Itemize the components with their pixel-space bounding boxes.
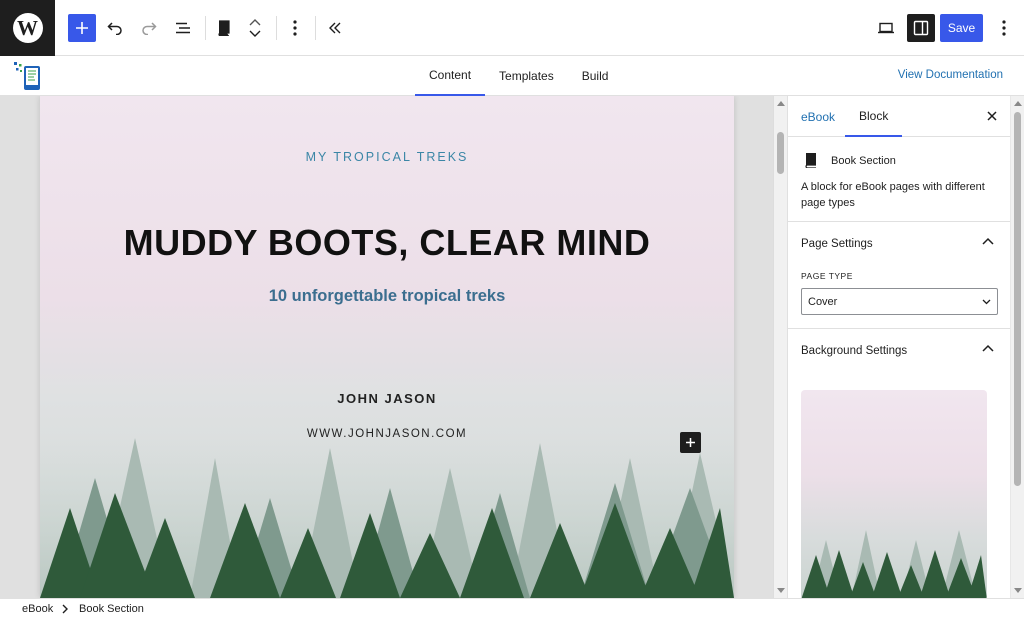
background-settings-title: Background Settings — [801, 345, 908, 357]
background-settings-toggle[interactable]: Background Settings — [788, 329, 1010, 373]
editor-toolbar: W Save — [0, 0, 1024, 56]
settings-panel-toggle[interactable] — [907, 14, 935, 42]
plus-icon — [686, 438, 695, 447]
block-breadcrumb: eBook Book Section — [0, 598, 1024, 618]
scrollbar-thumb[interactable] — [1014, 112, 1021, 486]
cover-kicker[interactable]: MY TROPICAL TREKS — [40, 150, 734, 164]
redo-button[interactable] — [135, 14, 163, 42]
plus-icon — [76, 22, 88, 34]
chevron-up-icon — [982, 237, 994, 245]
book-block-button[interactable] — [210, 14, 238, 42]
redo-icon — [142, 22, 157, 35]
breadcrumb-ebook[interactable]: eBook — [22, 603, 53, 615]
scrollbar-thumb[interactable] — [777, 132, 784, 174]
scroll-up-arrow[interactable] — [1014, 101, 1022, 106]
sidebar-scrollbar[interactable] — [1010, 96, 1024, 598]
close-icon — [987, 111, 997, 121]
move-up-down-button[interactable] — [241, 14, 269, 42]
add-block-button[interactable] — [68, 14, 96, 42]
book-icon — [218, 20, 230, 36]
chevron-down-icon — [249, 30, 261, 37]
chevron-up-icon — [982, 344, 994, 352]
document-overview-button[interactable] — [169, 14, 197, 42]
canvas-scrollbar[interactable] — [773, 96, 787, 598]
tab-templates[interactable]: Templates — [485, 56, 568, 96]
scroll-down-arrow[interactable] — [1014, 588, 1022, 593]
scroll-up-arrow[interactable] — [777, 101, 785, 106]
more-vertical-icon — [293, 20, 297, 36]
forest-thumbnail-image — [801, 530, 987, 598]
close-sidebar-button[interactable] — [984, 108, 1000, 124]
background-image-preview[interactable] — [801, 390, 987, 598]
wordpress-logo-button[interactable]: W — [0, 0, 55, 56]
block-inserter-button[interactable] — [680, 432, 701, 453]
settings-sidebar: eBook Block Book Section A block for eBo… — [787, 96, 1024, 598]
page-type-select[interactable]: Cover — [801, 288, 998, 315]
save-button[interactable]: Save — [940, 14, 983, 42]
more-vertical-icon — [1002, 20, 1006, 36]
block-options-button[interactable] — [281, 14, 309, 42]
cover-website[interactable]: WWW.JOHNJASON.COM — [40, 428, 734, 440]
block-title: Book Section — [831, 155, 896, 167]
chevron-down-icon — [982, 299, 991, 304]
breadcrumb-book-section[interactable]: Book Section — [79, 603, 144, 615]
chevron-right-icon — [62, 604, 68, 614]
undo-button[interactable] — [101, 14, 129, 42]
view-documentation-link[interactable]: View Documentation — [898, 69, 1003, 81]
undo-icon — [107, 22, 122, 35]
sidebar-tab-ebook[interactable]: eBook — [801, 96, 835, 137]
page-type-value: Cover — [808, 295, 838, 308]
chevron-up-icon — [249, 19, 261, 26]
sidebar-tabs: eBook Block — [788, 96, 1024, 137]
block-description: A block for eBook pages with different p… — [801, 181, 985, 209]
cover-page[interactable]: MY TROPICAL TREKS MUDDY BOOTS, CLEAR MIN… — [40, 96, 734, 598]
toolbar-divider — [315, 16, 316, 40]
double-chevron-left-icon — [329, 22, 341, 34]
ebook-plugin-logo — [14, 62, 40, 90]
page-settings-title: Page Settings — [801, 238, 873, 250]
cover-author[interactable]: JOHN JASON — [40, 391, 734, 406]
editor-canvas: MY TROPICAL TREKS MUDDY BOOTS, CLEAR MIN… — [0, 96, 773, 598]
desktop-preview-icon — [878, 22, 894, 34]
ebook-nav-tabs: Content Templates Build — [415, 56, 622, 96]
sidebar-tab-block[interactable]: Block — [845, 96, 903, 137]
tab-build[interactable]: Build — [568, 56, 623, 96]
ebook-plugin-header: Content Templates Build View Documentati… — [0, 56, 1024, 96]
cover-subtitle[interactable]: 10 unforgettable tropical treks — [40, 287, 734, 306]
toolbar-divider — [205, 16, 206, 40]
page-settings-toggle[interactable]: Page Settings — [788, 222, 1010, 266]
book-icon — [805, 153, 816, 168]
list-view-icon — [176, 22, 190, 34]
block-card: Book Section A block for eBook pages wit… — [788, 137, 1024, 222]
toolbar-divider — [276, 16, 277, 40]
cover-title[interactable]: MUDDY BOOTS, CLEAR MIND — [40, 222, 734, 264]
sidebar-panel-icon — [913, 20, 929, 36]
scroll-down-arrow[interactable] — [777, 588, 785, 593]
collapse-toolbar-button[interactable] — [321, 14, 349, 42]
options-menu-button[interactable] — [990, 14, 1018, 42]
tab-content[interactable]: Content — [415, 56, 486, 96]
wordpress-icon: W — [12, 13, 43, 43]
page-type-label: PAGE TYPE — [801, 271, 853, 281]
preview-button[interactable] — [872, 14, 900, 42]
